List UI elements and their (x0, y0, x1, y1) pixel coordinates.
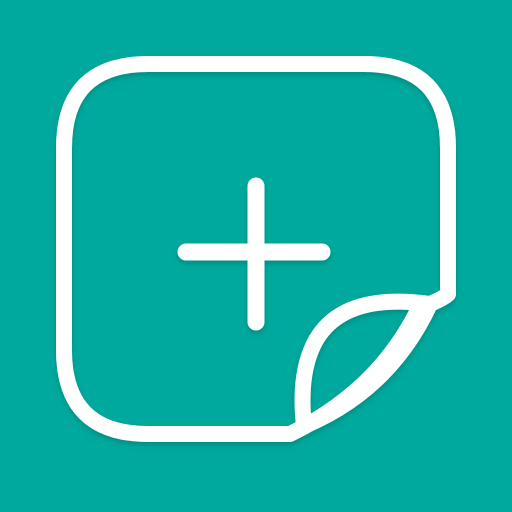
app-icon (0, 0, 512, 512)
add-sticker-icon (0, 0, 512, 512)
